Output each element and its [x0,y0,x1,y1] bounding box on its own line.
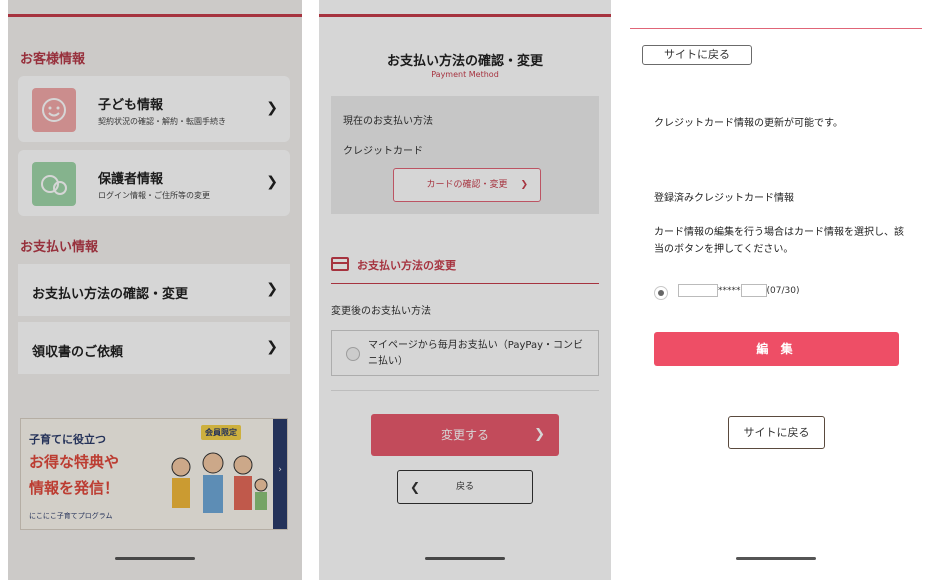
credit-card-update-screen: サイトに戻る クレジットカード情報の更新が可能です。 登録済みクレジットカード情… [630,0,922,580]
child-info-subtitle: 契約状況の確認・解約・転園手続き [98,117,226,126]
home-indicator [115,557,195,560]
card-check-change-label: カードの確認・変更 [426,180,508,190]
top-accent-line [630,28,922,29]
guardian-info-title: 保護者情報 [98,172,164,187]
card-expiry: (07/30) [766,286,800,296]
submit-change-label: 変更する [440,428,489,442]
page-title: お支払い方法の確認・変更 [386,54,543,69]
home-indicator [425,557,505,560]
change-payment-heading: お支払い方法の変更 [357,259,456,272]
banner-line2: お得な特典や [29,453,120,471]
banner-next-arrow[interactable]: › [273,419,287,529]
registered-card-number: ***** (07/30) [678,284,799,298]
chevron-right-icon: ❯ [266,100,278,116]
banner-brand: にこにこ子育てプログラム [29,512,113,520]
child-info-card[interactable]: 子ども情報 契約状況の確認・解約・転園手続き ❯ [18,76,290,142]
mypage-menu-screen: お客様情報 子ども情報 契約状況の確認・解約・転園手続き ❯ 保護者情報 ログイ… [8,0,302,580]
submit-change-button[interactable]: 変更する ❯ [371,414,559,456]
payment-method-label: お支払い方法の確認・変更 [32,287,189,302]
current-payment-box: 現在のお支払い方法 クレジットカード カードの確認・変更 ❯ [331,96,599,214]
divider [331,390,599,391]
option-radio[interactable] [346,347,360,361]
home-indicator [736,557,816,560]
chevron-right-icon: ❯ [534,427,545,442]
card-number-field [678,284,718,297]
guardian-info-card[interactable]: 保護者情報 ログイン情報・ご住所等の変更 ❯ [18,150,290,216]
receipt-request-label: 領収書のご依頼 [32,345,124,360]
section-heading-customer: お客様情報 [20,52,86,67]
back-to-site-button-top[interactable]: サイトに戻る [642,45,752,65]
current-payment-value: クレジットカード [343,146,423,157]
receipt-request-menu-item[interactable]: 領収書のご依頼 ❯ [18,322,290,374]
option-text: マイページから毎月お支払い（PayPay・コンビニ払い） [368,340,584,367]
chevron-right-icon: ❯ [266,281,278,297]
new-payment-label: 変更後のお支払い方法 [331,306,431,317]
child-info-title: 子ども情報 [98,98,164,113]
promo-banner[interactable]: 子育てに役立つ お得な特典や 情報を発信！ 会員限定 にこにこ子育てプログラム … [20,418,288,530]
guardian-info-subtitle: ログイン情報・ご住所等の変更 [98,191,210,200]
page-subtitle: Payment Method [431,70,499,79]
chevron-right-icon: ❯ [520,180,528,190]
banner-line3: 情報を発信！ [29,479,120,497]
family-illustration [171,452,268,513]
card-select-radio[interactable] [654,286,668,300]
current-payment-label: 現在のお支払い方法 [343,116,433,127]
back-to-site-button-bottom[interactable]: サイトに戻る [728,416,825,449]
payment-method-menu-item[interactable]: お支払い方法の確認・変更 ❯ [18,264,290,316]
divider [331,283,599,284]
chevron-left-icon: ❮ [410,480,421,494]
section-heading-payment: お支払い情報 [20,240,99,255]
edit-card-button[interactable]: 編 集 [654,332,899,366]
back-button[interactable]: ❮ 戻る [397,470,533,504]
edit-instructions: カード情報の編集を行う場合はカード情報を選択し、該当のボタンを押してください。 [654,227,904,255]
banner-line1: 子育てに役立つ [29,433,106,446]
chevron-right-icon: ❯ [266,174,278,190]
update-available-message: クレジットカード情報の更新が可能です。 [654,118,843,129]
back-label: 戻る [455,482,474,492]
card-number-field [740,284,767,297]
card-check-change-button[interactable]: カードの確認・変更 ❯ [393,168,541,202]
registered-card-heading: 登録済みクレジットカード情報 [654,193,794,204]
guardian-icon [32,162,76,206]
members-only-badge: 会員限定 [201,425,241,440]
chevron-right-icon: ❯ [266,339,278,355]
payment-option-mypage[interactable]: マイページから毎月お支払い（PayPay・コンビニ払い） [331,330,599,376]
credit-card-icon [331,257,349,271]
top-accent-bar [8,14,302,17]
payment-method-screen: お支払い方法の確認・変更 Payment Method 現在のお支払い方法 クレ… [319,0,611,580]
child-face-icon [32,88,76,132]
top-accent-bar [319,14,611,17]
card-number-mask: ***** [718,286,741,296]
